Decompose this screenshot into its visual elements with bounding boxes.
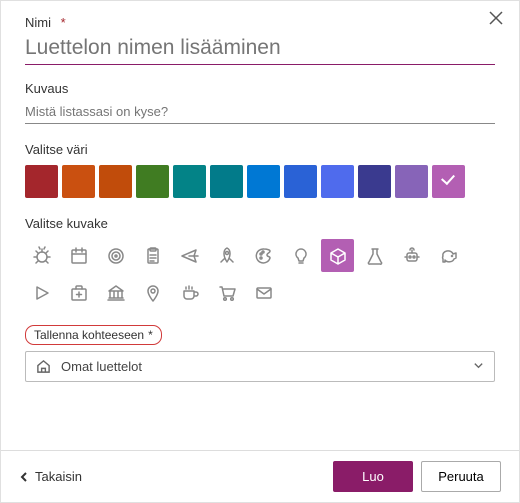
palette-icon[interactable]: [247, 239, 280, 272]
create-button[interactable]: Luo: [333, 461, 413, 492]
back-button[interactable]: Takaisin: [19, 469, 82, 484]
color-swatches: [25, 165, 495, 198]
back-label: Takaisin: [35, 469, 82, 484]
bug-icon[interactable]: [25, 239, 58, 272]
pin-icon[interactable]: [136, 276, 169, 309]
calendar-icon[interactable]: [62, 239, 95, 272]
color-swatch[interactable]: [136, 165, 169, 198]
color-swatch[interactable]: [25, 165, 58, 198]
color-swatch[interactable]: [62, 165, 95, 198]
target-icon[interactable]: [99, 239, 132, 272]
name-label: Nimi: [25, 15, 51, 30]
cancel-button[interactable]: Peruuta: [421, 461, 501, 492]
coffee-icon[interactable]: [173, 276, 206, 309]
close-icon: [489, 11, 503, 25]
save-to-selected: Omat luettelot: [61, 359, 142, 374]
color-swatch[interactable]: [99, 165, 132, 198]
footer: Takaisin Luo Peruuta: [1, 450, 519, 502]
icon-grid: [25, 239, 465, 309]
save-to-dropdown[interactable]: Omat luettelot: [25, 351, 495, 382]
bank-icon[interactable]: [99, 276, 132, 309]
color-swatch[interactable]: [358, 165, 391, 198]
color-swatch[interactable]: [173, 165, 206, 198]
color-swatch[interactable]: [321, 165, 354, 198]
robot-icon[interactable]: [395, 239, 428, 272]
description-input[interactable]: [25, 98, 495, 124]
color-swatch[interactable]: [395, 165, 428, 198]
clipboard-icon[interactable]: [136, 239, 169, 272]
cart-icon[interactable]: [210, 276, 243, 309]
required-asterisk: *: [61, 15, 66, 30]
save-to-label: Tallenna kohteeseen: [34, 328, 144, 342]
color-swatch[interactable]: [247, 165, 280, 198]
mail-icon[interactable]: [247, 276, 280, 309]
chevron-down-icon: [473, 359, 484, 374]
lightbulb-icon[interactable]: [284, 239, 317, 272]
rocket-icon[interactable]: [210, 239, 243, 272]
play-icon[interactable]: [25, 276, 58, 309]
firstaid-icon[interactable]: [62, 276, 95, 309]
name-input[interactable]: [25, 34, 495, 65]
piggybank-icon[interactable]: [432, 239, 465, 272]
color-swatch[interactable]: [432, 165, 465, 198]
chevron-left-icon: [19, 472, 29, 482]
beaker-icon[interactable]: [358, 239, 391, 272]
required-asterisk: *: [148, 328, 153, 342]
color-swatch[interactable]: [284, 165, 317, 198]
close-button[interactable]: [489, 11, 503, 28]
color-swatch[interactable]: [210, 165, 243, 198]
save-to-label-row: Tallenna kohteeseen *: [25, 325, 162, 345]
airplane-icon[interactable]: [173, 239, 206, 272]
cube-icon[interactable]: [321, 239, 354, 272]
icon-label: Valitse kuvake: [25, 216, 495, 231]
home-icon: [36, 359, 51, 374]
description-label: Kuvaus: [25, 81, 495, 96]
color-label: Valitse väri: [25, 142, 495, 157]
